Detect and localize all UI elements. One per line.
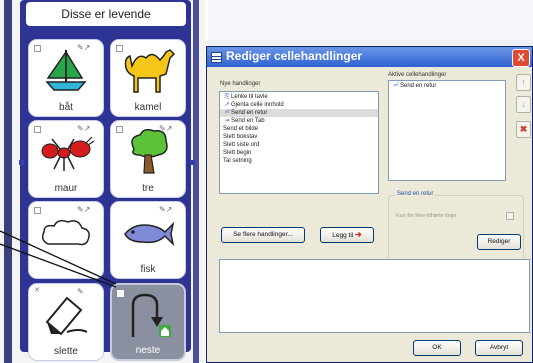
fish-icon: [124, 221, 175, 247]
add-button[interactable]: Legg til ➔: [320, 227, 374, 243]
camel-icon: [124, 49, 176, 93]
current-actions-list[interactable]: ⏎Send en retur: [388, 80, 506, 181]
symbol-grid-app: Disse er levende ✎↗ båt kamel ✎↗ maur ✎↗…: [0, 0, 205, 363]
action-list-item[interactable]: Tal setning: [220, 157, 378, 165]
cell-checkbox[interactable]: [34, 207, 41, 214]
action-list-item[interactable]: Slett bokstav: [220, 133, 378, 141]
add-arrow-icon: ➔: [355, 230, 362, 239]
grid-cell-neste[interactable]: neste: [110, 283, 186, 361]
cell-label: båt: [59, 102, 73, 113]
repeat-icon: ↗: [224, 102, 230, 108]
action-list-item[interactable]: ↗Gjenta celle innhold: [220, 101, 378, 109]
action-options-title: Send en retur: [395, 191, 436, 197]
add-button-label: Legg til: [332, 232, 354, 239]
resize-handle[interactable]: [190, 160, 195, 165]
action-list-item[interactable]: ⎘ Lenke til tavle: [220, 93, 378, 101]
options-text: Kun for ikke-tilhørte linjer: [396, 213, 457, 219]
action-list-item-label: Send en retur: [400, 83, 437, 89]
action-list-item-label: Gjenta celle innhold: [231, 102, 284, 108]
available-actions-label: Nye handlinger: [220, 81, 261, 87]
boat-icon: [45, 49, 87, 91]
action-list-item[interactable]: Slett siste ord: [220, 141, 378, 149]
current-actions-label: Aktive cellehandlinger: [388, 72, 447, 78]
grid-right-rail: [193, 0, 199, 363]
return-arrow-icon: [131, 293, 171, 337]
action-options-group: Send en retur Kun for ikke-tilhørte linj…: [388, 191, 524, 267]
grid-cell-slette[interactable]: ✕ ✎ slette: [28, 283, 104, 361]
tab-icon: ⇥: [224, 118, 230, 124]
grid-cell-maur[interactable]: ✎↗ maur: [28, 120, 104, 198]
action-list-item-label: Slett begin: [223, 150, 252, 156]
action-list-item[interactable]: ⇥Send en Tab: [220, 117, 378, 125]
dialog-titlebar[interactable]: Rediger cellehandlinger X: [207, 47, 532, 67]
grid-cell-fisk[interactable]: ✎↗ fisk: [110, 201, 186, 279]
action-list-item[interactable]: Slett begin: [220, 149, 378, 157]
tree-icon: [131, 128, 168, 174]
grid-cell-kamel[interactable]: kamel: [110, 39, 186, 117]
grid-cell-cloud[interactable]: ✎↗: [28, 201, 104, 279]
grid-left-rail: [4, 0, 12, 363]
cell-checkbox[interactable]: [34, 45, 41, 52]
action-list-item-label: Slett siste ord: [223, 142, 260, 148]
cell-checkbox[interactable]: ✕: [34, 286, 40, 294]
action-list-item-label: Send en retur: [231, 110, 268, 116]
action-list-item-label: Send et bilde: [223, 126, 259, 132]
edit-cell-actions-dialog: Rediger cellehandlinger X Nye handlinger…: [206, 46, 533, 363]
action-list-item-label: Lenke til tavle: [231, 94, 268, 100]
action-list-item[interactable]: ⏎Send en retur: [220, 109, 378, 117]
options-checkbox[interactable]: [506, 212, 514, 220]
delete-action-button[interactable]: ✖: [516, 121, 531, 138]
edit-button[interactable]: Rediger: [477, 234, 521, 250]
action-list-item[interactable]: ⏎Send en retur: [389, 82, 505, 90]
cloud-icon: [41, 219, 90, 246]
dialog-title: Rediger cellehandlinger: [226, 49, 363, 63]
move-up-button[interactable]: ↑: [516, 74, 531, 91]
action-details-area[interactable]: [219, 259, 530, 333]
eraser-icon: [45, 296, 88, 336]
cell-action-icon: ✎↗: [159, 205, 173, 214]
move-down-button[interactable]: ↓: [516, 96, 531, 113]
return-icon: ⏎: [224, 110, 230, 116]
cell-label: tre: [142, 183, 154, 194]
cell-label: neste: [135, 345, 161, 356]
action-list-item-label: Tal setning: [223, 158, 252, 164]
resize-handle[interactable]: [19, 160, 24, 165]
cell-checkbox[interactable]: [34, 126, 41, 133]
ok-button[interactable]: OK: [413, 340, 461, 356]
return-icon: ⏎: [393, 83, 399, 89]
action-list-item-label: Send en Tab: [231, 118, 265, 124]
grid-cell-bat[interactable]: ✎↗ båt: [28, 39, 104, 117]
available-actions-list[interactable]: ⎘ Lenke til tavle ↗Gjenta celle innhold ⏎Se…: [219, 91, 379, 194]
cell-label: kamel: [134, 102, 162, 113]
action-list-item[interactable]: Send et bilde: [220, 125, 378, 133]
cell-checkbox[interactable]: [116, 126, 123, 133]
cell-action-icon: ✎↗: [77, 124, 91, 133]
cell-label: maur: [54, 183, 78, 194]
action-list-item-label: Slett bokstav: [223, 134, 258, 140]
cell-label: fisk: [140, 264, 156, 275]
cancel-button[interactable]: Avbryt: [475, 340, 523, 356]
cell-label: slette: [54, 346, 78, 357]
grid-cell-tre[interactable]: ✎↗ tre: [110, 120, 186, 198]
cell-action-icon: ✎↗: [77, 205, 91, 214]
link-icon: ⎘: [224, 94, 230, 100]
grid-app-icon: [211, 52, 222, 63]
sentence-bar: Disse er levende: [26, 2, 186, 26]
close-button[interactable]: X: [512, 49, 530, 67]
background-toolbar: [208, 0, 533, 40]
ant-icon: [41, 136, 94, 171]
more-actions-button[interactable]: Se flere handlinger...: [221, 227, 305, 243]
